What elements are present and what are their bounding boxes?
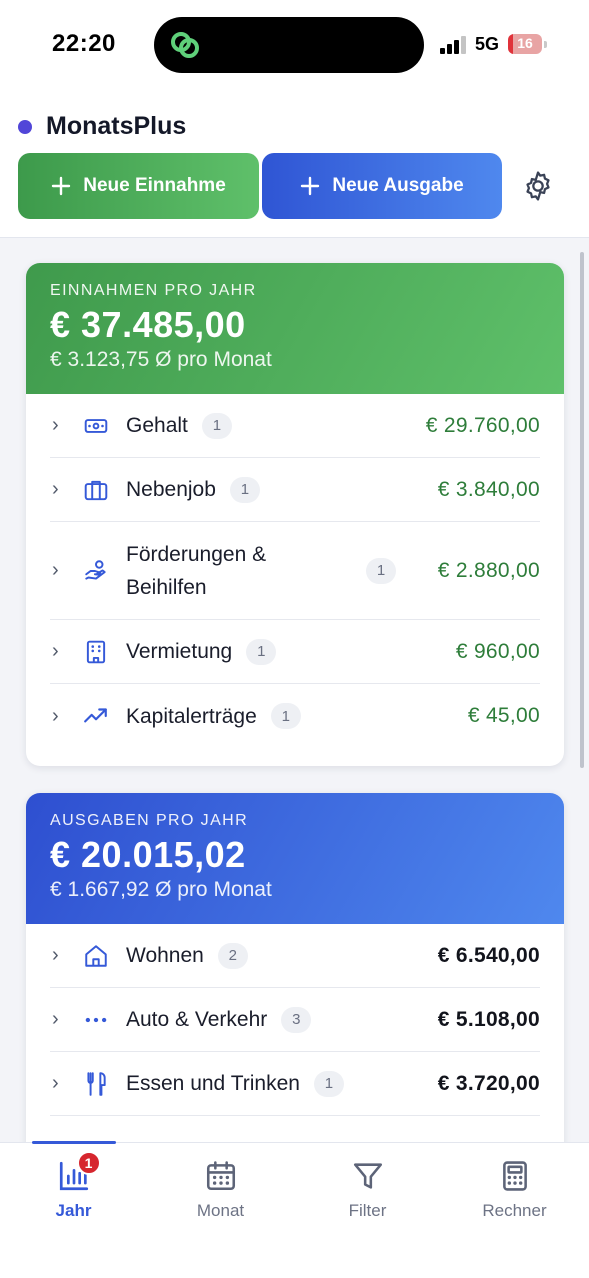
utensils-icon [82, 1070, 110, 1098]
calculator-icon [498, 1159, 532, 1193]
count-badge: 1 [366, 557, 396, 584]
banknote-icon [82, 412, 110, 440]
expense-label: AUSGABEN PRO JAHR [50, 812, 249, 829]
tab-rechner[interactable]: Rechner [441, 1143, 588, 1243]
count-badge: 1 [270, 703, 301, 729]
count-badge: 1 [246, 638, 277, 665]
category-amount: € 29.760,00 [425, 413, 540, 437]
trending-up-icon [82, 702, 110, 730]
tab-monat[interactable]: Monat [147, 1143, 294, 1243]
brand: MonatsPlus [18, 112, 186, 141]
income-row-vermietung[interactable]: › Vermietung 1 € 960,00 [50, 620, 540, 684]
new-income-label: Neue Einnahme [83, 175, 226, 196]
expense-list: › Wohnen 2 € 6.540,00 › Auto & Verkehr 3… [26, 924, 564, 1116]
category-amount: € 2.880,00 [437, 558, 540, 582]
category-name: Vermietung [126, 640, 233, 663]
calendar-icon [204, 1159, 238, 1193]
category-name: Essen und Trinken [126, 1072, 300, 1095]
category-amount: € 3.720,00 [437, 1071, 540, 1095]
dynamic-island [154, 17, 424, 73]
bottom-tab-bar: 1 Jahr Monat Filter Rechner [0, 1141, 589, 1278]
chevron-right-icon: › [52, 704, 59, 727]
chevron-right-icon: › [52, 478, 59, 500]
chevron-right-icon: › [52, 640, 59, 662]
category-name: Nebenjob [126, 478, 216, 501]
category-amount: € 960,00 [455, 639, 540, 663]
house-icon [82, 942, 110, 970]
category-name: Auto & Verkehr [126, 1008, 268, 1031]
plus-icon [52, 176, 71, 196]
income-row-nebenjob[interactable]: › Nebenjob 1 € 3.840,00 [50, 458, 540, 522]
status-bar: 22:20 5G 16 [0, 0, 589, 90]
gear-icon[interactable] [521, 169, 555, 203]
chevron-right-icon: › [52, 944, 59, 966]
income-label: EINNAHMEN PRO JAHR [50, 282, 257, 299]
expense-row-wohnen[interactable]: › Wohnen 2 € 6.540,00 [50, 924, 540, 988]
tab-label: Jahr [55, 1201, 92, 1220]
count-badge: 2 [217, 942, 248, 969]
signal-icon [440, 36, 466, 54]
dots-icon [82, 1006, 110, 1034]
brand-dot [18, 119, 32, 134]
briefcase-icon [82, 476, 110, 504]
tab-filter[interactable]: Filter [294, 1143, 441, 1243]
building-icon [82, 638, 110, 666]
battery-cap [544, 41, 547, 48]
category-name: Gehalt [126, 414, 188, 437]
tab-label: Monat [196, 1201, 245, 1220]
new-income-button[interactable]: Neue Einnahme [18, 153, 259, 219]
tab-label: Filter [348, 1201, 387, 1220]
battery-icon: 16 [508, 34, 542, 54]
income-card-header: EINNAHMEN PRO JAHR € 37.485,00 € 3.123,7… [26, 263, 564, 394]
chevron-right-icon: › [52, 1072, 59, 1094]
category-name: Förderungen & Beihilfen [126, 542, 267, 599]
notification-badge: 1 [76, 1151, 101, 1175]
status-time: 22:20 [52, 30, 116, 57]
category-amount: € 3.840,00 [437, 477, 540, 501]
scrollbar[interactable] [580, 252, 584, 768]
chevron-right-icon: › [52, 414, 59, 436]
filter-icon [351, 1159, 385, 1193]
category-name: Wohnen [126, 944, 204, 967]
income-list: › Gehalt 1 € 29.760,00 › Nebenjob 1 € 3.… [26, 394, 564, 748]
income-card: EINNAHMEN PRO JAHR € 37.485,00 € 3.123,7… [26, 263, 564, 766]
tab-jahr[interactable]: 1 Jahr [0, 1143, 147, 1243]
count-badge: 1 [201, 412, 232, 439]
bar-chart-icon: 1 [57, 1151, 101, 1193]
income-monthly: € 3.123,75 Ø pro Monat [50, 348, 272, 371]
income-row-kapitalertraege[interactable]: › Kapitalerträge 1 € 45,00 [50, 684, 540, 748]
content-scroll-area[interactable]: EINNAHMEN PRO JAHR € 37.485,00 € 3.123,7… [0, 238, 589, 1142]
plus-icon [301, 176, 320, 196]
expense-monthly: € 1.667,92 Ø pro Monat [50, 878, 272, 901]
category-name: Kapitalerträge [126, 704, 257, 728]
new-expense-button[interactable]: Neue Ausgabe [262, 153, 502, 219]
expense-row-essen[interactable]: › Essen und Trinken 1 € 3.720,00 [50, 1052, 540, 1116]
income-total: € 37.485,00 [50, 304, 246, 345]
network-type: 5G [475, 34, 500, 54]
category-amount: € 5.108,00 [437, 1007, 540, 1031]
count-badge: 1 [229, 476, 260, 503]
link-rings-icon [171, 32, 199, 58]
expense-card: AUSGABEN PRO JAHR € 20.015,02 € 1.667,92… [26, 793, 564, 1142]
count-badge: 3 [281, 1006, 312, 1033]
income-row-foerderungen[interactable]: › Förderungen & Beihilfen 1 € 2.880,00 [50, 522, 540, 620]
expense-total: € 20.015,02 [50, 834, 246, 875]
expense-row-auto[interactable]: › Auto & Verkehr 3 € 5.108,00 [50, 988, 540, 1052]
new-expense-label: Neue Ausgabe [332, 175, 464, 196]
category-amount: € 6.540,00 [437, 943, 540, 967]
expense-card-header: AUSGABEN PRO JAHR € 20.015,02 € 1.667,92… [26, 793, 564, 924]
app-title: MonatsPlus [46, 112, 187, 140]
chevron-right-icon: › [52, 559, 59, 581]
category-amount: € 45,00 [467, 704, 540, 727]
hand-coin-icon [82, 557, 110, 585]
chevron-right-icon: › [52, 1008, 59, 1030]
tab-label: Rechner [482, 1201, 547, 1220]
battery-level: 16 [517, 35, 533, 51]
income-row-gehalt[interactable]: › Gehalt 1 € 29.760,00 [50, 394, 540, 458]
count-badge: 1 [313, 1070, 344, 1097]
